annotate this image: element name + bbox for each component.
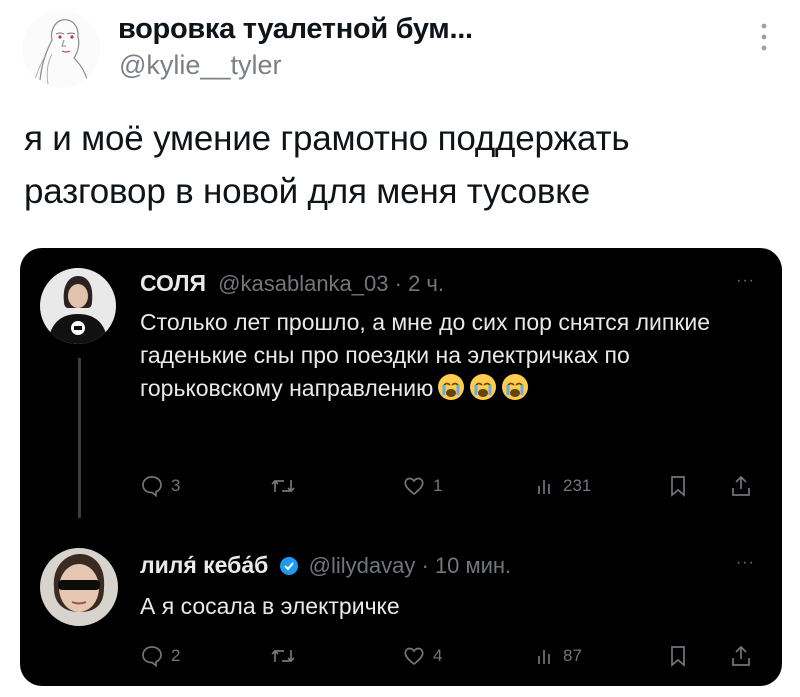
crying-face-icon [502,374,529,400]
like-button[interactable]: 1 [402,474,442,498]
views-button[interactable]: 231 [536,474,591,498]
like-count: 4 [433,646,443,665]
reply-count: 3 [171,476,181,495]
post-text: Столько лет прошло, а мне до сих пор сня… [140,306,740,405]
post-actions: 2 4 87 [140,644,760,674]
like-button[interactable]: 4 [402,644,442,668]
reply-count: 2 [171,646,181,665]
crying-face-icon [470,374,497,400]
share-icon [732,645,750,666]
retweet-icon [271,649,295,663]
more-icon[interactable]: ··· [736,554,755,572]
views-count: 231 [563,476,592,495]
more-icon[interactable]: ··· [736,272,755,290]
share-button[interactable] [730,474,752,498]
post-header: лиля́ кеба́б @lilydavay · 10 мин. [140,552,511,579]
views-icon [538,650,550,664]
retweet-icon [271,479,295,493]
post-author-handle[interactable]: @kasablanka_03 [218,271,388,296]
author-handle[interactable]: @kylie__tyler [119,50,281,81]
share-icon [732,475,750,496]
crying-face-icon [438,374,465,400]
views-icon [538,480,550,494]
vertical-dots-icon[interactable] [760,20,768,56]
post-author-name[interactable]: лиля́ кеба́б [140,552,268,578]
bookmark-icon [671,476,685,497]
retweet-button[interactable] [270,644,296,668]
reply-button[interactable]: 3 [140,474,180,498]
share-button[interactable] [730,644,752,668]
views-button[interactable]: 87 [536,644,582,668]
reply-button[interactable]: 2 [140,644,180,668]
reply-icon [142,476,162,498]
embedded-thread-card: СОЛЯ @kasablanka_03 · 2 ч. ··· Столько л… [20,248,782,686]
post-text: А я сосала в электричке [140,593,400,619]
post-author-name[interactable]: СОЛЯ [140,270,206,296]
bookmark-button[interactable] [668,644,688,668]
reply-avatar-lilya[interactable] [40,548,118,626]
retweet-button[interactable] [270,474,296,498]
heart-icon [404,477,424,496]
like-count: 1 [433,476,443,495]
post-time[interactable]: · 10 мин. [421,553,511,578]
tweet-text: я и моё умение грамотно поддержать разго… [24,119,630,211]
heart-icon [404,647,424,666]
post-text-content: Столько лет прошло, а мне до сих пор сня… [140,309,711,401]
post-author-handle[interactable]: @lilydavay [309,553,416,578]
author-avatar[interactable] [22,10,100,88]
post-actions: 3 1 231 [140,474,760,504]
views-count: 87 [563,646,582,665]
author-name[interactable]: воровка туалетной бум... [118,13,473,46]
thread-line [78,358,81,518]
post-header: СОЛЯ @kasablanka_03 · 2 ч. [140,270,444,297]
post-time[interactable]: · 2 ч. [395,271,444,296]
bookmark-button[interactable] [668,474,688,498]
bookmark-icon [671,646,685,667]
reply-avatar-solya[interactable] [40,268,116,344]
reply-icon [142,646,162,668]
verified-badge-icon [279,557,298,575]
